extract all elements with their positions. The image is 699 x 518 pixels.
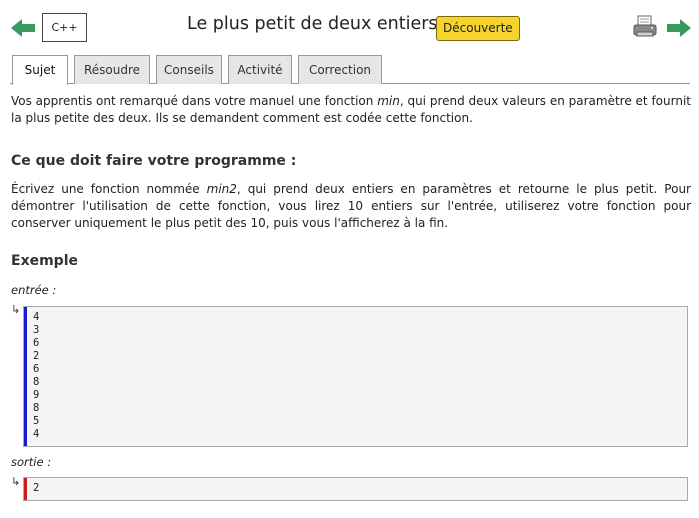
input-bar xyxy=(24,307,27,446)
tab-correction[interactable]: Correction xyxy=(298,55,382,84)
printer-icon[interactable] xyxy=(633,15,657,39)
input-line: 8 xyxy=(33,376,40,388)
page-title: Le plus petit de deux entiers xyxy=(187,14,438,34)
language-button[interactable]: C++ xyxy=(42,13,87,42)
input-line: 5 xyxy=(33,415,40,427)
arrow-right-icon[interactable] xyxy=(667,19,691,37)
intro-paragraph: Vos apprentis ont remarqué dans votre ma… xyxy=(11,94,691,125)
output-label: sortie : xyxy=(11,455,52,469)
input-arrow-icon: ↳ xyxy=(11,303,21,316)
tab-activite[interactable]: Activité xyxy=(228,55,292,84)
input-label: entrée : xyxy=(11,283,57,297)
example-output: 2 xyxy=(23,477,688,501)
input-line: 4 xyxy=(33,428,40,440)
input-line: 8 xyxy=(33,402,40,414)
section-heading: Ce que doit faire votre programme : xyxy=(11,153,297,169)
input-line: 9 xyxy=(33,389,40,401)
statement: Vos apprentis ont remarqué dans votre ma… xyxy=(11,93,691,270)
tab-bar: Sujet Résoudre Conseils Activité Correct… xyxy=(10,55,690,85)
output-bar xyxy=(24,478,27,500)
output-arrow-icon: ↳ xyxy=(11,475,21,488)
task-paragraph: Écrivez une fonction nommée min2, qui pr… xyxy=(11,182,691,230)
tab-sujet[interactable]: Sujet xyxy=(12,55,68,85)
example-input: 4 3 6 2 6 8 9 8 5 4 xyxy=(23,306,688,447)
example-heading: Exemple xyxy=(11,253,78,269)
arrow-left-icon[interactable] xyxy=(11,19,35,37)
header: C++ Le plus petit de deux entiers Découv… xyxy=(0,0,699,55)
input-line: 4 xyxy=(33,311,40,323)
input-line: 2 xyxy=(33,350,40,362)
output-line: 2 xyxy=(33,482,40,494)
tab-conseils[interactable]: Conseils xyxy=(156,55,222,84)
tab-resoudre[interactable]: Résoudre xyxy=(74,55,150,84)
input-line: 3 xyxy=(33,324,40,336)
input-line: 6 xyxy=(33,363,40,375)
level-badge: Découverte xyxy=(436,16,520,41)
input-line: 6 xyxy=(33,337,40,349)
